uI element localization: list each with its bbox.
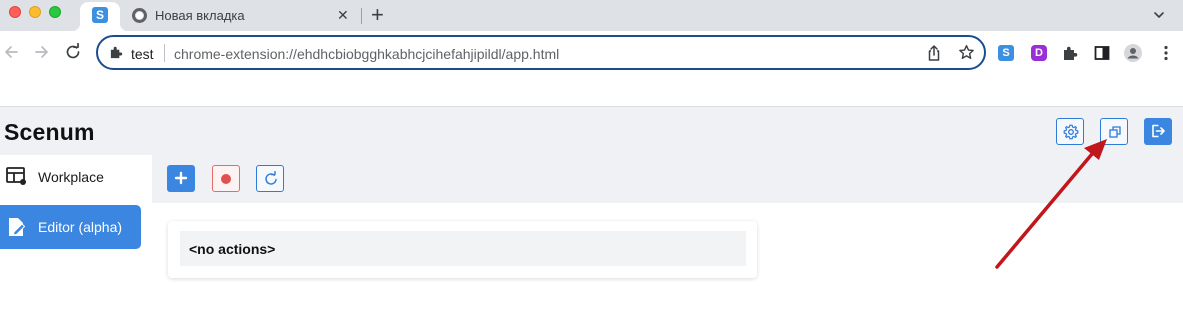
refresh-button[interactable]: [256, 165, 284, 192]
share-icon[interactable]: [926, 44, 942, 62]
logout-button[interactable]: [1144, 118, 1172, 145]
action-toolbar: [152, 155, 1183, 203]
settings-button[interactable]: [1056, 118, 1084, 145]
scenum-favicon-icon: S: [92, 7, 108, 23]
address-bar[interactable]: test chrome-extension://ehdhcbiobgghkabh…: [96, 35, 986, 70]
url-text[interactable]: chrome-extension://ehdhcbiobgghkabhcjcih…: [174, 46, 559, 62]
d-extension-icon[interactable]: D: [1031, 45, 1047, 61]
tab-strip: S Новая вкладка ✕ +: [0, 0, 1183, 31]
app-header: Scenum: [0, 106, 1183, 155]
reload-icon[interactable]: [64, 43, 82, 61]
new-tab-button[interactable]: +: [371, 4, 384, 26]
omnibox-divider: [164, 44, 165, 62]
app-title: Scenum: [4, 119, 95, 145]
workplace-icon: [6, 167, 26, 185]
bookmark-star-icon[interactable]: [958, 44, 975, 61]
extension-puzzle-icon[interactable]: [109, 45, 124, 60]
actions-list: <no actions>: [180, 231, 746, 266]
editor-icon: [9, 218, 26, 236]
scenum-extension-icon[interactable]: S: [998, 45, 1014, 61]
add-icon: [174, 171, 188, 185]
refresh-icon: [265, 171, 277, 185]
no-actions-text: <no actions>: [189, 241, 276, 257]
record-button[interactable]: [212, 165, 240, 192]
site-name: test: [131, 46, 154, 62]
minimize-window-button[interactable]: [29, 6, 41, 18]
settings-icon: [1063, 124, 1079, 140]
logout-icon: [1152, 124, 1165, 138]
tab-divider: [361, 8, 362, 24]
more-menu-icon[interactable]: [1157, 44, 1175, 62]
chevron-down-icon[interactable]: [1152, 8, 1166, 22]
tab-close-icon[interactable]: ✕: [337, 7, 349, 23]
side-panel-icon[interactable]: [1093, 44, 1111, 62]
close-window-button[interactable]: [9, 6, 21, 18]
sidebar-item-editor[interactable]: Editor (alpha): [0, 205, 141, 249]
chrome-icon: [132, 8, 147, 23]
back-arrow-icon[interactable]: [2, 43, 20, 61]
extensions-puzzle-icon[interactable]: [1061, 44, 1079, 62]
profile-avatar-icon[interactable]: [1124, 44, 1142, 62]
add-action-button[interactable]: [167, 165, 195, 192]
sidebar-item-workplace[interactable]: Workplace: [0, 155, 141, 199]
sidebar-item-label: Editor (alpha): [38, 219, 123, 235]
open-window-button[interactable]: [1100, 118, 1128, 145]
open-window-icon: [1109, 126, 1121, 138]
forward-arrow-icon[interactable]: [33, 43, 51, 61]
tab-title: Новая вкладка: [155, 8, 245, 23]
actions-card: <no actions>: [168, 221, 757, 278]
sidebar-item-label: Workplace: [38, 169, 104, 185]
maximize-window-button[interactable]: [49, 6, 61, 18]
